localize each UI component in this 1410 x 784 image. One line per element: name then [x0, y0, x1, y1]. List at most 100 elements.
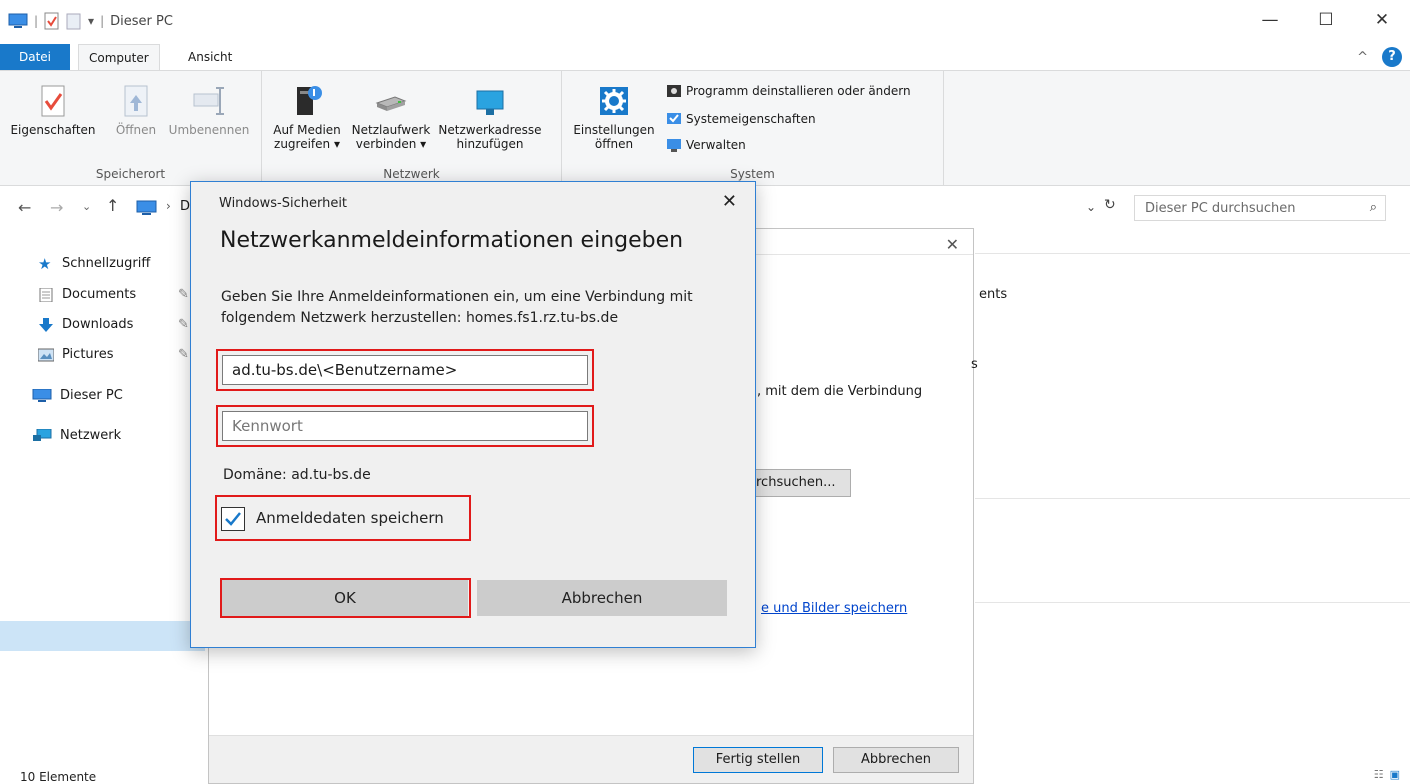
- network-icon: [33, 428, 52, 441]
- refresh-icon[interactable]: ↻: [1104, 197, 1116, 213]
- manage-icon: [667, 139, 681, 152]
- search-placeholder: Dieser PC durchsuchen: [1145, 201, 1296, 216]
- ribbon: Eigenschaften Öffnen Umbenennen Speicher…: [0, 70, 1410, 186]
- highlight-box-remember: [215, 495, 471, 541]
- pin-icon: ✎: [178, 347, 189, 362]
- highlight-box-password: [216, 405, 594, 447]
- computer-icon[interactable]: [8, 12, 28, 30]
- properties-icon[interactable]: [44, 12, 60, 30]
- open-icon: [124, 85, 148, 117]
- nav-label: Downloads: [62, 317, 134, 332]
- properties-icon: [41, 85, 65, 117]
- browse-button[interactable]: rchsuchen...: [749, 469, 851, 497]
- zugreifen-label: zugreifen ▾: [274, 137, 340, 151]
- pictures-icon: [38, 348, 54, 361]
- group-system: Einstellungen öffnen Programm deinstalli…: [562, 71, 944, 185]
- pin-icon: ✎: [178, 317, 189, 332]
- group-speicherort: Eigenschaften Öffnen Umbenennen Speicher…: [0, 71, 262, 185]
- settings-gear-icon: [600, 87, 628, 115]
- details-view-icon[interactable]: ☷: [1374, 768, 1384, 781]
- netzwerkadresse-button[interactable]: Netzwerkadresse hinzufügen: [438, 75, 542, 151]
- pin-icon: ✎: [178, 287, 189, 302]
- wizard-footer: Fertig stellen Abbrechen: [209, 735, 973, 783]
- systemeigenschaften-button[interactable]: Systemeigenschaften: [666, 111, 816, 127]
- dialog-heading: Netzwerkanmeldeinformationen eingeben: [220, 228, 684, 253]
- eigenschaften-label: Eigenschaften: [10, 123, 96, 137]
- highlight-box-ok: [220, 578, 471, 618]
- tab-computer[interactable]: Computer: [78, 44, 160, 70]
- wizard-text-fragment: , mit dem die Verbindung: [757, 384, 923, 399]
- netzwerkadresse-label: Netzwerkadresse: [438, 123, 542, 137]
- auf-medien-label: Auf Medien: [273, 123, 341, 137]
- einstellungen-button[interactable]: Einstellungen öffnen: [566, 75, 662, 151]
- title-bar: | ▾ | Dieser PC — ☐ ✕: [0, 0, 1410, 44]
- verbinden-label: verbinden ▾: [355, 137, 427, 151]
- nav-item-schnellzugriff[interactable]: ★ Schnellzugriff: [38, 256, 150, 271]
- netzlaufwerk-button[interactable]: Netzlaufwerk verbinden ▾: [348, 75, 434, 151]
- nav-item-documents[interactable]: Documents ✎: [38, 287, 189, 302]
- nav-item-pictures[interactable]: Pictures ✎: [38, 347, 189, 362]
- tiles-view-icon[interactable]: ▣: [1390, 768, 1400, 781]
- windows-security-dialog: Windows-Sicherheit ✕ Netzwerkanmeldeinfo…: [190, 181, 756, 648]
- group-label-speicherort: Speicherort: [95, 167, 166, 181]
- dialog-caption: Windows-Sicherheit: [219, 196, 348, 211]
- new-folder-icon[interactable]: [66, 12, 82, 30]
- oeffnen-label: Öffnen: [115, 123, 157, 137]
- up-arrow-icon[interactable]: ↑: [106, 196, 119, 215]
- programm-label: Programm deinstallieren oder ändern: [686, 84, 911, 98]
- verwalten-button[interactable]: Verwalten: [666, 137, 746, 153]
- nav-label: Pictures: [62, 347, 114, 362]
- nav-item-dieser-pc[interactable]: Dieser PC: [32, 388, 123, 403]
- maximize-button[interactable]: ☐: [1298, 0, 1354, 40]
- browse-label: rchsuchen...: [756, 475, 836, 490]
- qat-dropdown-icon[interactable]: ▾: [88, 14, 94, 28]
- breadcrumb[interactable]: D: [180, 199, 190, 214]
- wizard-text-fragment: s: [971, 357, 978, 372]
- search-input[interactable]: Dieser PC durchsuchen ⌕: [1134, 195, 1386, 221]
- help-icon[interactable]: ?: [1382, 47, 1402, 67]
- umbenennen-label: Umbenennen: [168, 123, 250, 137]
- computer-icon: [136, 200, 157, 215]
- media-icon: [297, 86, 322, 115]
- documents-icon: [39, 287, 53, 302]
- back-arrow-icon[interactable]: ←: [18, 198, 31, 217]
- nav-item-netzwerk[interactable]: Netzwerk: [32, 428, 121, 443]
- eigenschaften-button[interactable]: Eigenschaften: [6, 75, 100, 137]
- group-netzwerk: Auf Medien zugreifen ▾ Netzlaufwerk verb…: [262, 71, 562, 185]
- wizard-cancel-button[interactable]: Abbrechen: [833, 747, 959, 773]
- dialog-cancel-button[interactable]: Abbrechen: [477, 580, 727, 616]
- download-arrow-icon: [39, 317, 53, 332]
- umbenennen-button[interactable]: Umbenennen: [164, 75, 254, 137]
- minimize-button[interactable]: —: [1242, 0, 1298, 40]
- computer-icon: [32, 388, 52, 402]
- close-button[interactable]: ✕: [1354, 0, 1410, 40]
- oeffnen-button[interactable]: Öffnen: [108, 75, 164, 137]
- group-label-system: System: [730, 167, 775, 181]
- ribbon-collapse-icon[interactable]: ^: [1357, 50, 1368, 65]
- tab-ansicht[interactable]: Ansicht: [178, 44, 242, 70]
- programm-deinstallieren-button[interactable]: Programm deinstallieren oder ändern: [666, 83, 911, 99]
- wizard-link[interactable]: e und Bilder speichern: [761, 601, 907, 616]
- uninstall-program-icon: [667, 85, 681, 97]
- fertig-stellen-button[interactable]: Fertig stellen: [693, 747, 823, 773]
- recent-dropdown-icon[interactable]: ⌄: [82, 200, 91, 213]
- status-item-count: 10 Elemente: [20, 770, 97, 784]
- nav-label: Dieser PC: [60, 388, 123, 403]
- ribbon-tabs: Datei Computer Ansicht: [0, 44, 1410, 70]
- auf-medien-button[interactable]: Auf Medien zugreifen ▾: [268, 75, 346, 151]
- dialog-close-icon[interactable]: ✕: [722, 191, 737, 212]
- nav-label: Schnellzugriff: [62, 256, 151, 271]
- network-drive-icon: [375, 96, 407, 111]
- nav-item-downloads[interactable]: Downloads ✎: [38, 317, 189, 332]
- highlight-box-username: [216, 349, 594, 391]
- einstellungen-oeffnen-label: öffnen: [594, 137, 634, 151]
- systemeigenschaften-label: Systemeigenschaften: [686, 112, 816, 126]
- window-title: Dieser PC: [110, 13, 173, 29]
- nav-label: Netzwerk: [60, 428, 122, 443]
- forward-arrow-icon[interactable]: →: [50, 198, 63, 217]
- tab-datei[interactable]: Datei: [0, 44, 70, 70]
- wizard-close-icon[interactable]: ✕: [946, 235, 959, 254]
- hinzufuegen-label: hinzufügen: [456, 137, 524, 151]
- search-icon: ⌕: [1369, 200, 1377, 215]
- address-dropdown-icon[interactable]: ⌄: [1086, 200, 1096, 214]
